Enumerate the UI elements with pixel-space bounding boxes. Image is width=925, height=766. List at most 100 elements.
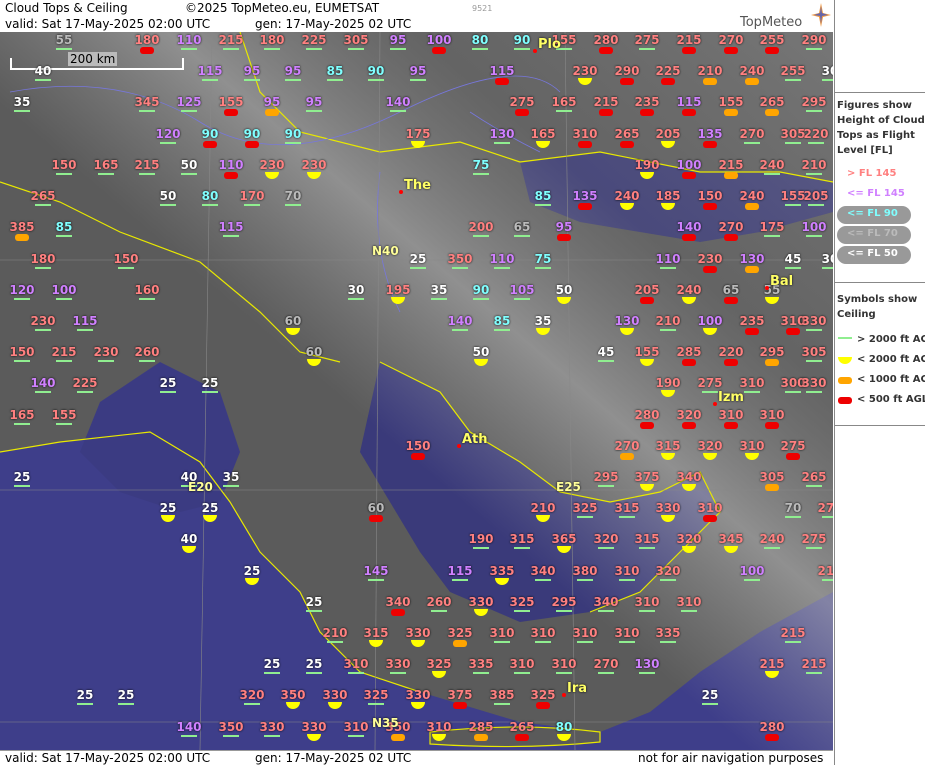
cloud-top-value: 80 [471, 33, 489, 47]
ceiling-symbol-g [77, 391, 93, 393]
ceiling-symbol-r [432, 47, 446, 54]
copyright: ©2025 TopMeteo.eu, EUMETSAT [185, 1, 380, 15]
cloud-top-value: 25 [263, 657, 281, 671]
cloud-top-value: 235 [739, 314, 765, 328]
ceiling-symbol-g [785, 142, 801, 144]
cloud-top-value: 155 [718, 95, 744, 109]
cloud-top-value: 210 [655, 314, 681, 328]
cloud-top-value: 310 [530, 626, 556, 640]
cloud-top-value: 140 [676, 220, 702, 234]
cloud-top-value: 240 [739, 64, 765, 78]
cloud-top-value: 45 [784, 252, 802, 266]
legend-divider-mid [835, 282, 925, 283]
grid-coordinate-label: E25 [556, 480, 581, 494]
cloud-top-value: 315 [614, 501, 640, 515]
ceiling-symbol-o [745, 78, 759, 85]
footer-valid-time: valid: Sat 17-May-2025 02:00 UTC [5, 751, 211, 765]
ceiling-symbol-g [285, 204, 301, 206]
ceiling-symbol-g [348, 735, 364, 737]
cloud-top-value: 310 [343, 720, 369, 734]
cloud-top-value: 65 [513, 220, 531, 234]
cloud-top-value: 170 [239, 189, 265, 203]
cloud-top-value: 110 [176, 33, 202, 47]
cloud-top-value: 100 [426, 33, 452, 47]
cloud-top-value: 65 [722, 283, 740, 297]
valid-time: valid: Sat 17-May-2025 02:00 UTC [5, 17, 211, 31]
cloud-top-value: 320 [655, 564, 681, 578]
legend-ceiling-label: < 1000 ft AGL [857, 374, 925, 385]
ceiling-symbol-o [453, 640, 467, 647]
cloud-top-value: 215 [134, 158, 160, 172]
cloud-top-value: 90 [367, 64, 385, 78]
ceiling-symbol-g [139, 173, 155, 175]
city-dot-icon [765, 286, 769, 290]
cloud-top-value: 230 [30, 314, 56, 328]
cloud-top-value: 95 [389, 33, 407, 47]
ceiling-symbol-g [264, 672, 280, 674]
cloud-top-value: 75 [534, 252, 552, 266]
cloud-top-value: 325 [572, 501, 598, 515]
ceiling-symbol-g [77, 329, 93, 331]
cloud-top-value: 275 [509, 95, 535, 109]
cloud-top-value: 130 [634, 657, 660, 671]
cloud-top-value: 280 [634, 408, 660, 422]
cloud-top-value: 80 [555, 720, 573, 734]
cloud-top-value: 230 [93, 345, 119, 359]
ceiling-symbol-g [619, 579, 635, 581]
ceiling-symbol-g [744, 142, 760, 144]
ceiling-symbol-g [56, 173, 72, 175]
ceiling-symbol-g [264, 48, 280, 50]
cloud-top-value: 260 [426, 595, 452, 609]
cloud-top-value: 25 [159, 501, 177, 515]
ceiling-symbol-g [764, 235, 780, 237]
cloud-top-value: 215 [718, 158, 744, 172]
cloud-top-value: 275 [697, 376, 723, 390]
ceiling-symbol-g [306, 48, 322, 50]
cloud-top-value: 310 [697, 501, 723, 515]
ceiling-symbol-r [682, 359, 696, 366]
cloud-top-value: 230 [572, 64, 598, 78]
cloud-top-value: 40 [180, 532, 198, 546]
cloud-top-value: 330 [801, 376, 827, 390]
ceiling-symbol-r [661, 78, 675, 85]
ceiling-symbol-g [181, 110, 197, 112]
cloud-top-value: 365 [551, 532, 577, 546]
cloud-top-value: 335 [655, 626, 681, 640]
cloud-top-value: 60 [367, 501, 385, 515]
ceiling-symbol-g [822, 516, 833, 518]
ceiling-symbol-g [785, 204, 801, 206]
cloud-top-value: 315 [509, 532, 535, 546]
ceiling-symbol-g [494, 703, 510, 705]
ceiling-symbol-g [514, 298, 530, 300]
cloud-top-value: 255 [780, 64, 806, 78]
cloud-top-value: 165 [93, 158, 119, 172]
ceiling-symbol-r [724, 297, 738, 304]
ceiling-symbol-r [515, 109, 529, 116]
ceiling-symbol-r [724, 422, 738, 429]
ceiling-symbol-g [285, 79, 301, 81]
ceiling-symbol-o [265, 109, 279, 116]
ceiling-symbol-g [390, 48, 406, 50]
legend-fl-label: <= FL 70 [847, 228, 898, 239]
cloud-top-value: 325 [530, 688, 556, 702]
cloud-top-value: 150 [113, 252, 139, 266]
ceiling-symbol-g [785, 267, 801, 269]
cloud-top-value: 310 [739, 439, 765, 453]
cloud-top-value: 50 [555, 283, 573, 297]
cloud-top-value: 335 [489, 564, 515, 578]
cloud-top-value: 285 [468, 720, 494, 734]
cloud-top-value: 240 [614, 189, 640, 203]
ceiling-symbol-g [598, 610, 614, 612]
ceiling-symbol-r [640, 109, 654, 116]
cloud-top-value: 215 [780, 626, 806, 640]
map-panel[interactable]: 200 km 55 180 110 215 180 225 305 95 100 80 90 155 2… [0, 32, 833, 750]
cloud-top-value: 265 [614, 127, 640, 141]
cloud-top-value: 270 [614, 439, 640, 453]
cloud-top-value: 130 [739, 252, 765, 266]
legend-fl-label: <= FL 50 [847, 248, 898, 259]
legend-fl-label: > FL 145 [847, 168, 897, 179]
ceiling-symbol-g [514, 672, 530, 674]
cloud-top-value: 85 [493, 314, 511, 328]
cloud-top-value: 85 [55, 220, 73, 234]
city-dot-icon [399, 190, 403, 194]
